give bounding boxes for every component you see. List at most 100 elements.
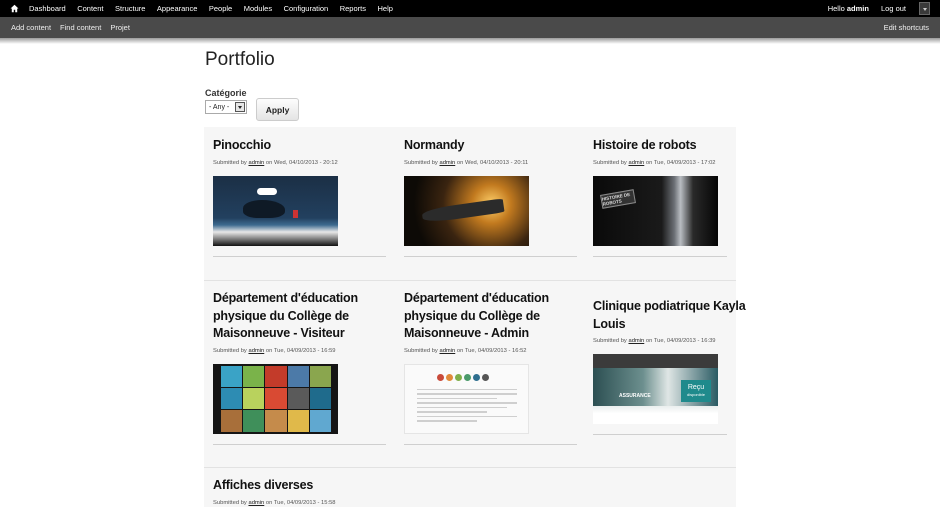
- thumb-cloud: [257, 187, 277, 195]
- item-title[interactable]: Normandy: [404, 137, 579, 155]
- thumb-badge-text: Reçu: [687, 384, 705, 391]
- author-link[interactable]: admin: [248, 160, 264, 166]
- menu-dashboard[interactable]: Dashboard: [29, 4, 66, 13]
- portfolio-item: Département d'éducation physique du Coll…: [404, 290, 579, 445]
- meta-prefix: Submitted by: [213, 499, 247, 506]
- thumb-sign: HISTOIRE DE ROBOTS: [600, 188, 636, 209]
- thumb-label: ASSURANCE: [619, 393, 651, 399]
- item-date: Tue, 04/09/2013 - 16:59: [273, 347, 336, 354]
- shortcut-add-content[interactable]: Add content: [11, 23, 51, 32]
- portfolio-item: Normandy Submitted by admin on Wed, 04/1…: [404, 137, 579, 257]
- meta-on: on: [265, 159, 273, 166]
- item-title[interactable]: Affiches diverses: [213, 477, 388, 495]
- item-meta: Submitted by admin on Wed, 04/10/2013 - …: [404, 160, 579, 166]
- chevron-down-icon[interactable]: [235, 102, 245, 112]
- menu-structure[interactable]: Structure: [115, 4, 145, 13]
- author-link[interactable]: admin: [439, 160, 455, 166]
- item-title[interactable]: Pinocchio: [213, 137, 388, 155]
- item-meta: Submitted by admin on Wed, 04/10/2013 - …: [213, 160, 388, 166]
- menu-people[interactable]: People: [209, 4, 232, 13]
- item-title[interactable]: Département d'éducation physique du Coll…: [404, 290, 579, 343]
- item-meta: Submitted by admin on Tue, 04/09/2013 - …: [404, 348, 579, 354]
- portfolio-item: Pinocchio Submitted by admin on Wed, 04/…: [213, 137, 388, 257]
- thumb-ship: [421, 197, 505, 224]
- menu-modules[interactable]: Modules: [244, 4, 272, 13]
- thumb-figure: [293, 209, 298, 218]
- author-link[interactable]: admin: [628, 338, 644, 344]
- shortcut-projet[interactable]: Projet: [110, 23, 130, 32]
- meta-prefix: Submitted by: [404, 347, 438, 354]
- thumb-text-lines: [417, 388, 517, 425]
- item-meta: Submitted by admin on Tue, 04/09/2013 - …: [593, 160, 768, 166]
- meta-on: on: [456, 347, 464, 354]
- thumb-badge: Reçu disponible: [681, 380, 711, 402]
- logout-link[interactable]: Log out: [881, 4, 906, 13]
- item-meta: Submitted by admin on Tue, 04/09/2013 - …: [213, 348, 388, 354]
- item-date: Tue, 04/09/2013 - 16:39: [653, 338, 716, 344]
- item-date: Tue, 04/09/2013 - 16:52: [464, 347, 527, 354]
- item-divider: [593, 434, 727, 435]
- category-select-value: - Any -: [209, 103, 230, 111]
- item-meta: Submitted by admin on Tue, 04/09/2013 - …: [213, 500, 388, 506]
- meta-on: on: [265, 499, 273, 506]
- thumb-badge-sub: disponible: [686, 392, 705, 397]
- item-date: Wed, 04/10/2013 - 20:12: [273, 159, 338, 166]
- row-divider: [204, 280, 736, 281]
- greeting-prefix: Hello: [827, 4, 847, 13]
- edit-shortcuts-link[interactable]: Edit shortcuts: [884, 17, 929, 38]
- author-link[interactable]: admin: [248, 500, 264, 506]
- shortcuts-bar: Add content Find content Projet Edit sho…: [0, 17, 940, 38]
- home-icon[interactable]: [10, 3, 19, 14]
- shortcuts-toggle-icon[interactable]: [919, 2, 930, 15]
- admin-menu: Dashboard Content Structure Appearance P…: [29, 0, 404, 17]
- apply-button[interactable]: Apply: [256, 98, 299, 121]
- item-thumbnail[interactable]: [404, 175, 529, 246]
- portfolio-item: Clinique podiatrique Kayla Louis Submitt…: [593, 298, 768, 435]
- item-divider: [213, 255, 386, 257]
- item-divider: [404, 255, 577, 257]
- author-link[interactable]: admin: [248, 348, 264, 354]
- item-thumbnail[interactable]: [404, 363, 529, 434]
- item-thumbnail[interactable]: [213, 363, 338, 434]
- item-thumbnail[interactable]: HISTOIRE DE ROBOTS: [593, 175, 718, 246]
- meta-on: on: [265, 347, 273, 354]
- menu-help[interactable]: Help: [377, 4, 392, 13]
- username[interactable]: admin: [847, 4, 869, 13]
- row-divider: [204, 467, 736, 468]
- item-title[interactable]: Histoire de robots: [593, 137, 768, 155]
- meta-prefix: Submitted by: [213, 347, 247, 354]
- category-filter-label: Catégorie: [205, 88, 247, 98]
- menu-appearance[interactable]: Appearance: [157, 4, 197, 13]
- thumb-whale: [243, 199, 285, 218]
- thumb-photo-grid: [221, 365, 331, 432]
- item-date: Wed, 04/10/2013 - 20:11: [464, 159, 529, 166]
- item-thumbnail[interactable]: ASSURANCE Reçu disponible: [593, 354, 718, 424]
- portfolio-item: Département d'éducation physique du Coll…: [213, 290, 388, 445]
- meta-on: on: [645, 338, 653, 344]
- author-link[interactable]: admin: [628, 160, 644, 166]
- shortcut-find-content[interactable]: Find content: [60, 23, 101, 32]
- menu-reports[interactable]: Reports: [340, 4, 366, 13]
- user-greeting: Hello admin: [828, 4, 869, 13]
- category-select[interactable]: - Any -: [205, 100, 247, 114]
- author-link[interactable]: admin: [439, 348, 455, 354]
- item-divider: [213, 443, 386, 445]
- item-meta: Submitted by admin on Tue, 04/09/2013 - …: [593, 338, 768, 344]
- portfolio-item: Affiches diverses Submitted by admin on …: [213, 477, 388, 506]
- thumb-color-dots: [437, 373, 489, 381]
- meta-prefix: Submitted by: [593, 338, 627, 344]
- meta-on: on: [456, 159, 464, 166]
- menu-configuration[interactable]: Configuration: [284, 4, 329, 13]
- meta-prefix: Submitted by: [213, 159, 247, 166]
- item-thumbnail[interactable]: [213, 175, 338, 246]
- admin-toolbar: Dashboard Content Structure Appearance P…: [0, 0, 940, 17]
- toolbar-shadow: [0, 38, 940, 44]
- page-title: Portfolio: [205, 49, 275, 70]
- item-date: Tue, 04/09/2013 - 17:02: [653, 159, 716, 166]
- portfolio-item: Histoire de robots Submitted by admin on…: [593, 137, 768, 257]
- item-title[interactable]: Clinique podiatrique Kayla Louis: [593, 298, 768, 333]
- item-title[interactable]: Département d'éducation physique du Coll…: [213, 290, 388, 343]
- meta-prefix: Submitted by: [404, 159, 438, 166]
- meta-prefix: Submitted by: [593, 159, 627, 166]
- menu-content[interactable]: Content: [77, 4, 103, 13]
